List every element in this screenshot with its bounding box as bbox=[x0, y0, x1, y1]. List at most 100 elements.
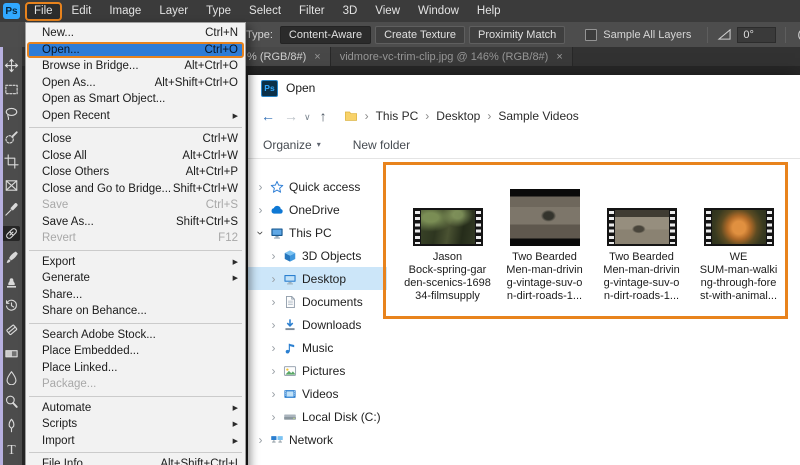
sidebar-item-onedrive[interactable]: › OneDrive bbox=[248, 198, 387, 221]
sidebar-item-desktop[interactable]: › Desktop bbox=[248, 267, 387, 290]
menu-image[interactable]: Image bbox=[100, 0, 150, 22]
file-item[interactable]: Jason Bock-spring-gar den-scenics-1698 3… bbox=[401, 187, 494, 303]
pen-tool-icon[interactable] bbox=[2, 418, 20, 433]
close-icon[interactable]: × bbox=[314, 51, 320, 63]
gradient-tool-icon[interactable] bbox=[2, 346, 20, 361]
sidebar-item-downloads[interactable]: › Downloads bbox=[248, 313, 387, 336]
menu-item-close-and-go-to-bridge[interactable]: Close and Go to Bridge... Shift+Ctrl+W bbox=[26, 181, 245, 198]
clone-stamp-tool-icon[interactable] bbox=[2, 274, 20, 289]
content-aware-button[interactable]: Content-Aware bbox=[279, 25, 372, 44]
chevron-right-icon[interactable]: › bbox=[269, 410, 278, 424]
menu-window[interactable]: Window bbox=[409, 0, 468, 22]
chevron-right-icon[interactable]: › bbox=[269, 364, 278, 378]
menu-item-label: Scripts bbox=[42, 418, 78, 431]
breadcrumb[interactable]: › This PC › Desktop › Sample Videos bbox=[344, 109, 579, 123]
chevron-right-icon[interactable]: › bbox=[256, 180, 265, 194]
menu-view[interactable]: View bbox=[366, 0, 409, 22]
menu-item-import[interactable]: Import ▶ bbox=[26, 433, 245, 450]
crop-tool-icon[interactable] bbox=[2, 154, 20, 169]
back-button[interactable]: ← bbox=[261, 109, 275, 123]
menu-item-generate[interactable]: Generate ▶ bbox=[26, 270, 245, 287]
menu-item-search-adobe-stock[interactable]: Search Adobe Stock... bbox=[26, 327, 245, 344]
sample-all-layers-checkbox[interactable] bbox=[585, 28, 598, 41]
dodge-tool-icon[interactable] bbox=[2, 394, 20, 409]
menu-item-share-on-behance[interactable]: Share on Behance... bbox=[26, 303, 245, 320]
menu-file[interactable]: File bbox=[25, 1, 62, 21]
menu-layer[interactable]: Layer bbox=[150, 0, 197, 22]
chevron-right-icon[interactable]: › bbox=[269, 249, 278, 263]
chevron-right-icon[interactable]: › bbox=[269, 341, 278, 355]
new-folder-button[interactable]: New folder bbox=[353, 138, 410, 152]
eyedropper-tool-icon[interactable] bbox=[2, 202, 20, 217]
close-icon[interactable]: × bbox=[556, 51, 562, 63]
menu-edit[interactable]: Edit bbox=[63, 0, 101, 22]
eraser-tool-icon[interactable] bbox=[2, 322, 20, 337]
menu-item-export[interactable]: Export ▶ bbox=[26, 254, 245, 271]
menu-select[interactable]: Select bbox=[240, 0, 290, 22]
proximity-match-button[interactable]: Proximity Match bbox=[469, 25, 566, 44]
chevron-right-icon[interactable]: › bbox=[269, 295, 278, 309]
menu-item-shortcut: Ctrl+O bbox=[204, 43, 238, 56]
history-brush-tool-icon[interactable] bbox=[2, 298, 20, 313]
chevron-right-icon[interactable]: › bbox=[256, 203, 265, 217]
angle-input[interactable]: 0° bbox=[737, 26, 777, 43]
sidebar-item-music[interactable]: › Music bbox=[248, 336, 387, 359]
menu-item-open[interactable]: Open... Ctrl+O bbox=[27, 41, 244, 58]
file-item[interactable]: Two Bearded Men-man-drivin g-vintage-suv… bbox=[595, 187, 688, 303]
lasso-tool-icon[interactable] bbox=[2, 106, 20, 121]
sidebar-item-this-pc[interactable]: › This PC bbox=[248, 221, 387, 244]
document-tab-active[interactable]: % (RGB/8#) × bbox=[238, 47, 331, 66]
menu-item-scripts[interactable]: Scripts ▶ bbox=[26, 416, 245, 433]
document-tab-vidmore[interactable]: vidmore-vc-trim-clip.jpg @ 146% (RGB/8#)… bbox=[330, 47, 573, 66]
move-tool-icon[interactable] bbox=[2, 58, 20, 73]
file-item[interactable]: WE SUM-man-walki ng-through-fore st-with… bbox=[692, 187, 785, 303]
slice-tool-icon[interactable] bbox=[2, 178, 20, 193]
sidebar-item-3d-objects[interactable]: › 3D Objects bbox=[248, 244, 387, 267]
create-texture-button[interactable]: Create Texture bbox=[375, 25, 466, 44]
up-button[interactable]: ↑ bbox=[320, 109, 327, 123]
chevron-right-icon[interactable]: › bbox=[269, 387, 278, 401]
menu-item-place-linked[interactable]: Place Linked... bbox=[26, 360, 245, 377]
menu-item-close-others[interactable]: Close Others Alt+Ctrl+P bbox=[26, 164, 245, 181]
menu-item-file-info[interactable]: File Info... Alt+Shift+Ctrl+I bbox=[26, 456, 245, 465]
brush-tool-icon[interactable] bbox=[2, 250, 20, 265]
menu-item-open-as-smart-object[interactable]: Open as Smart Object... bbox=[26, 91, 245, 108]
menu-item-browse-in-bridge[interactable]: Browse in Bridge... Alt+Ctrl+O bbox=[26, 58, 245, 75]
type-tool-icon[interactable]: T bbox=[2, 442, 20, 457]
menu-filter[interactable]: Filter bbox=[290, 0, 334, 22]
sidebar-item-documents[interactable]: › Documents bbox=[248, 290, 387, 313]
breadcrumb-desktop[interactable]: Desktop bbox=[436, 109, 480, 123]
chevron-right-icon[interactable]: › bbox=[269, 318, 278, 332]
sidebar-item-local-disk-c[interactable]: › Local Disk (C:) bbox=[248, 405, 387, 428]
rect-marquee-tool-icon[interactable] bbox=[2, 82, 20, 97]
menu-item-close-all[interactable]: Close All Alt+Ctrl+W bbox=[26, 148, 245, 165]
sidebar-item-network[interactable]: › Network bbox=[248, 428, 387, 451]
breadcrumb-sample-videos[interactable]: Sample Videos bbox=[498, 109, 579, 123]
chevron-down-icon[interactable]: › bbox=[254, 228, 268, 237]
recent-locations-dropdown-icon[interactable]: ∨ bbox=[304, 113, 311, 122]
menu-item-save-as[interactable]: Save As... Shift+Ctrl+S bbox=[26, 214, 245, 231]
menu-item-place-embedded[interactable]: Place Embedded... bbox=[26, 343, 245, 360]
sidebar-item-videos[interactable]: › Videos bbox=[248, 382, 387, 405]
forward-button[interactable]: → bbox=[284, 109, 298, 123]
menu-item-automate[interactable]: Automate ▶ bbox=[26, 400, 245, 417]
menu-type[interactable]: Type bbox=[197, 0, 240, 22]
menu-help[interactable]: Help bbox=[468, 0, 510, 22]
menu-item-open-recent[interactable]: Open Recent ▶ bbox=[26, 108, 245, 125]
menu-3d[interactable]: 3D bbox=[334, 0, 367, 22]
menu-item-new[interactable]: New... Ctrl+N bbox=[26, 25, 245, 42]
organize-button[interactable]: Organize ▾ bbox=[263, 138, 321, 152]
chevron-right-icon[interactable]: › bbox=[256, 433, 265, 447]
sidebar-item-quick-access[interactable]: › Quick access bbox=[248, 175, 387, 198]
file-item[interactable]: Two Bearded Men-man-drivin g-vintage-suv… bbox=[498, 187, 591, 303]
chevron-right-icon[interactable]: › bbox=[269, 272, 278, 286]
quick-select-tool-icon[interactable] bbox=[2, 130, 20, 145]
breadcrumb-this-pc[interactable]: This PC bbox=[376, 109, 419, 123]
sidebar-item-pictures[interactable]: › Pictures bbox=[248, 359, 387, 382]
spot-healing-tool-icon[interactable] bbox=[2, 226, 20, 241]
menu-item-close[interactable]: Close Ctrl+W bbox=[26, 131, 245, 148]
menu-item-share[interactable]: Share... bbox=[26, 287, 245, 304]
blur-tool-icon[interactable] bbox=[2, 370, 20, 385]
menu-separator bbox=[29, 127, 242, 128]
menu-item-open-as[interactable]: Open As... Alt+Shift+Ctrl+O bbox=[26, 75, 245, 92]
